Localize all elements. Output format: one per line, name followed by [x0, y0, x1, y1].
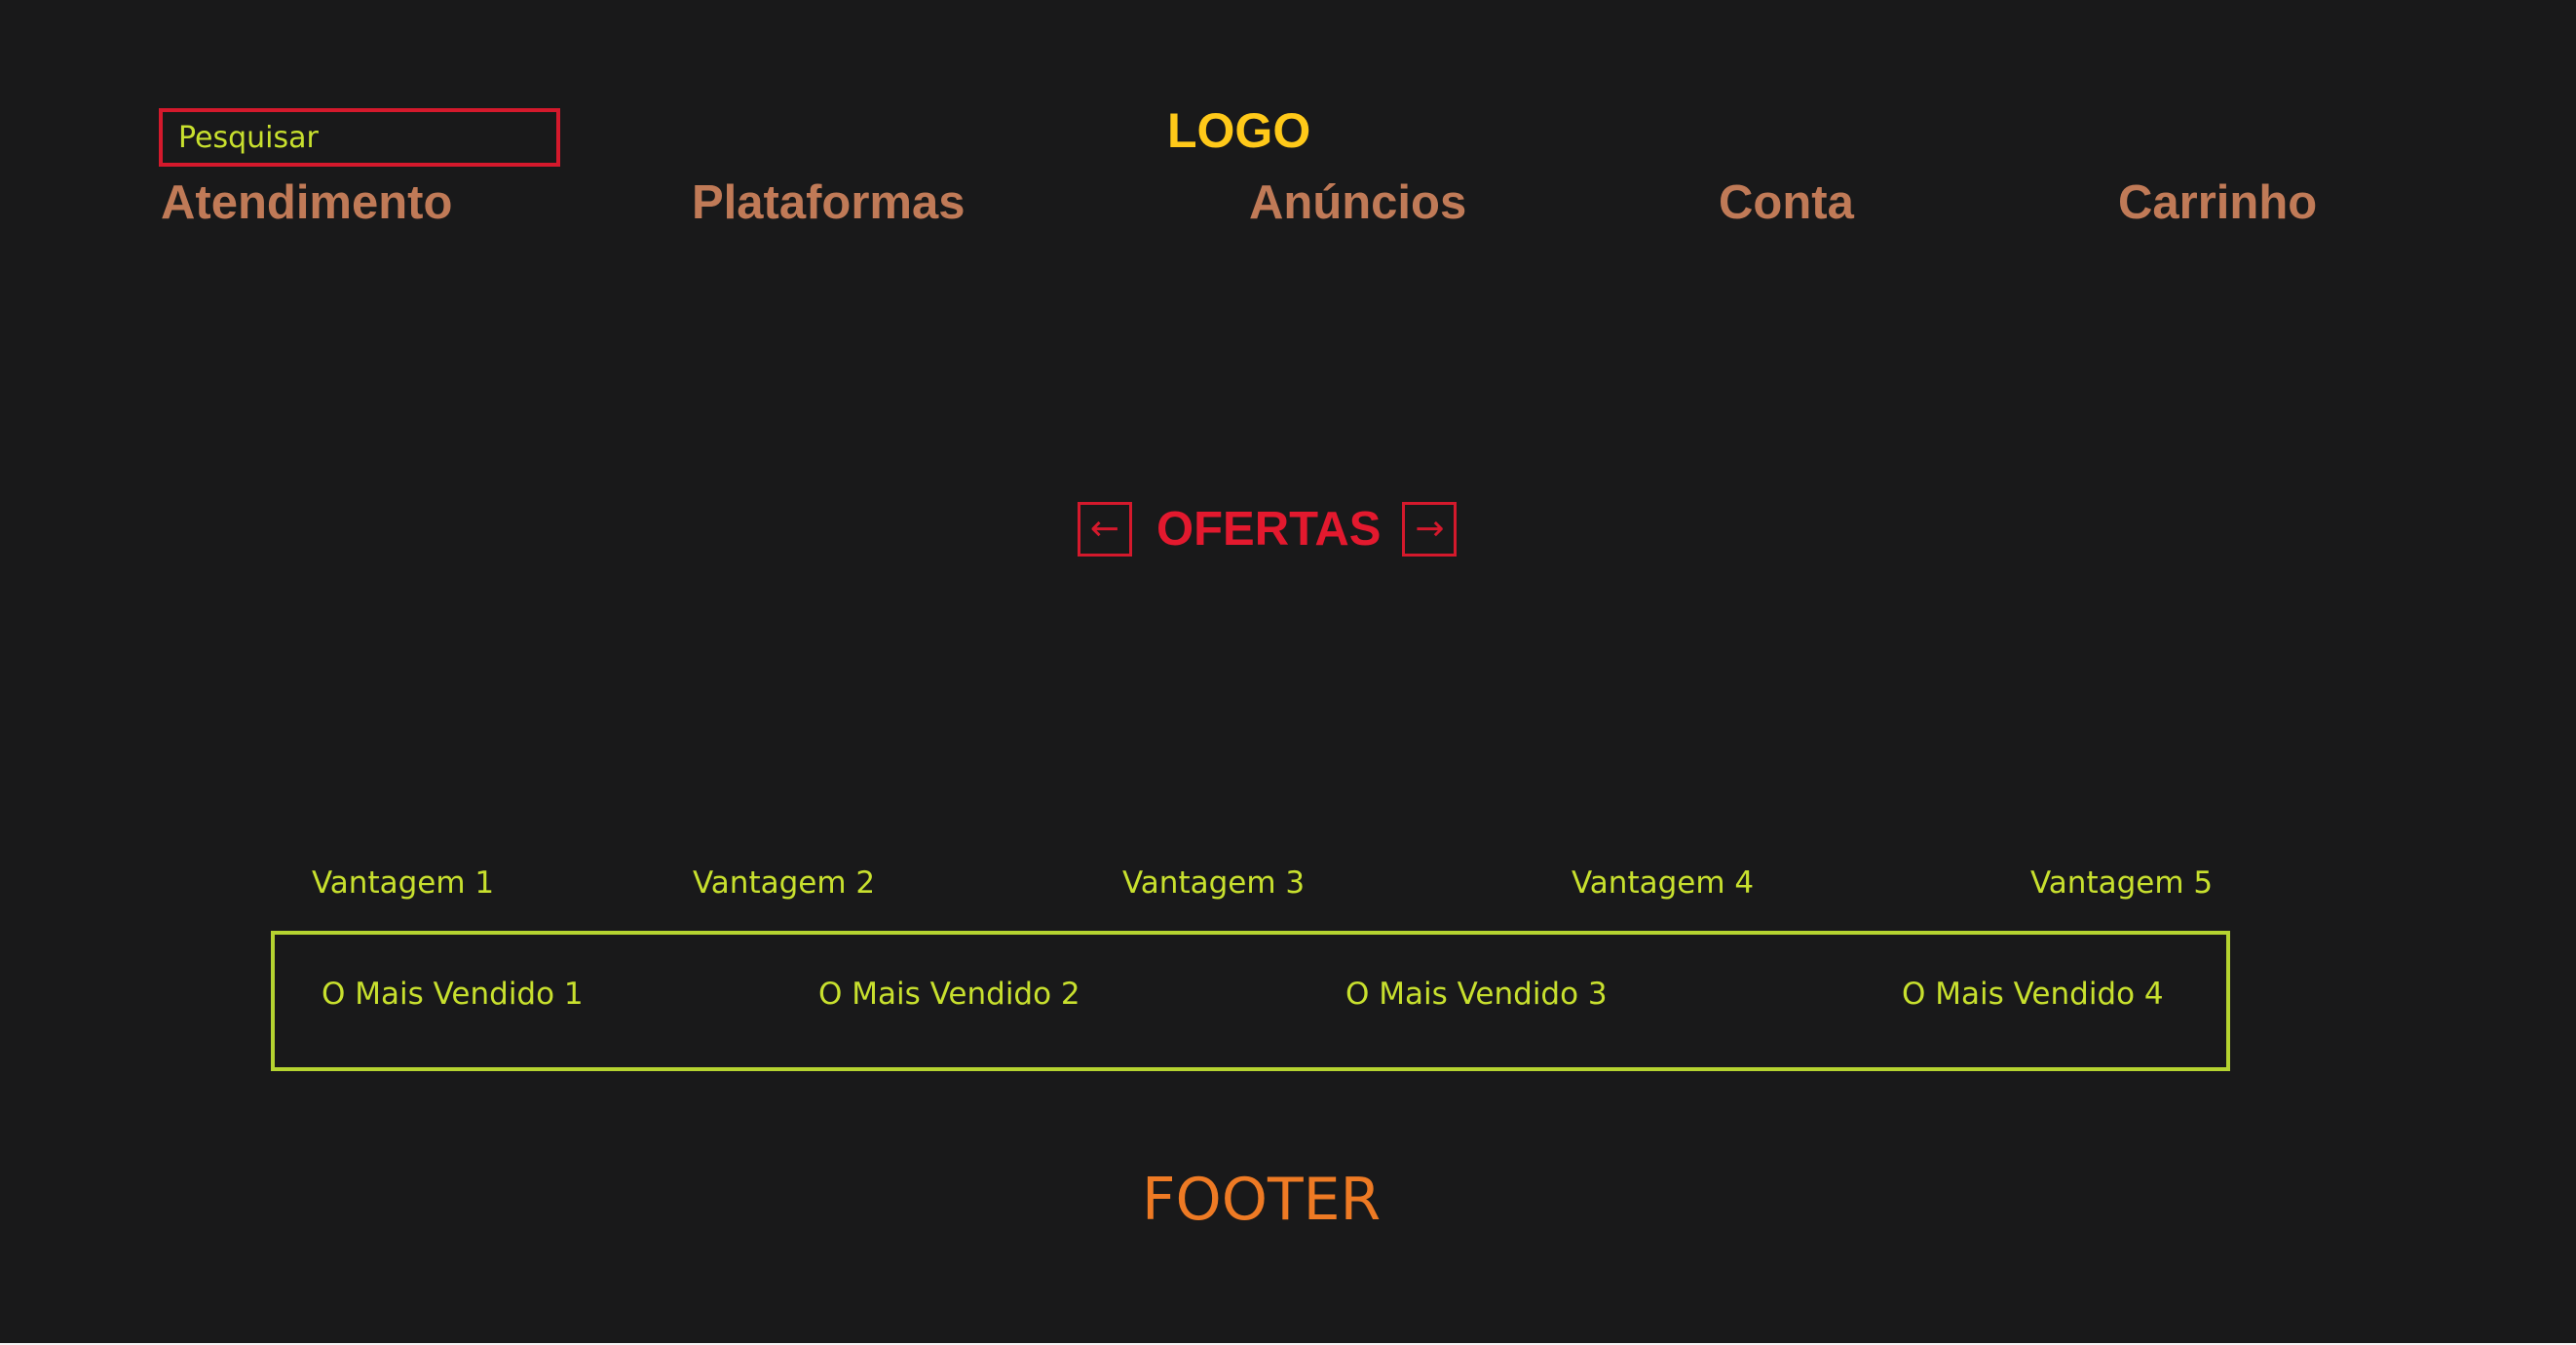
advantage-item: Vantagem 4 — [1572, 865, 1755, 901]
nav-item-carrinho[interactable]: Carrinho — [2118, 172, 2317, 234]
page: LOGO Atendimento Plataformas Anúncios Co… — [0, 0, 2576, 1343]
nav-item-anuncios[interactable]: Anúncios — [1249, 172, 1466, 234]
advantage-item: Vantagem 5 — [2030, 865, 2214, 901]
bestseller-item[interactable]: O Mais Vendido 1 — [322, 975, 584, 1014]
search-input[interactable] — [159, 108, 560, 167]
arrow-right-icon[interactable]: → — [1402, 502, 1458, 557]
advantage-item: Vantagem 1 — [312, 865, 495, 901]
offers-title: OFERTAS — [1156, 503, 1382, 556]
advantage-item: Vantagem 3 — [1122, 865, 1306, 901]
footer: FOOTER — [1142, 1166, 1382, 1234]
bestseller-item[interactable]: O Mais Vendido 4 — [1902, 975, 2164, 1014]
bestseller-item[interactable]: O Mais Vendido 2 — [818, 975, 1080, 1014]
nav-item-conta[interactable]: Conta — [1719, 172, 1854, 234]
offers-carousel: ← OFERTAS → — [1078, 502, 1458, 557]
arrow-left-icon[interactable]: ← — [1078, 502, 1132, 557]
nav-item-atendimento[interactable]: Atendimento — [161, 172, 452, 234]
advantage-item: Vantagem 2 — [693, 865, 876, 901]
nav-item-plataformas[interactable]: Plataformas — [692, 172, 966, 234]
bestseller-item[interactable]: O Mais Vendido 3 — [1345, 975, 1608, 1014]
logo: LOGO — [1167, 103, 1311, 158]
